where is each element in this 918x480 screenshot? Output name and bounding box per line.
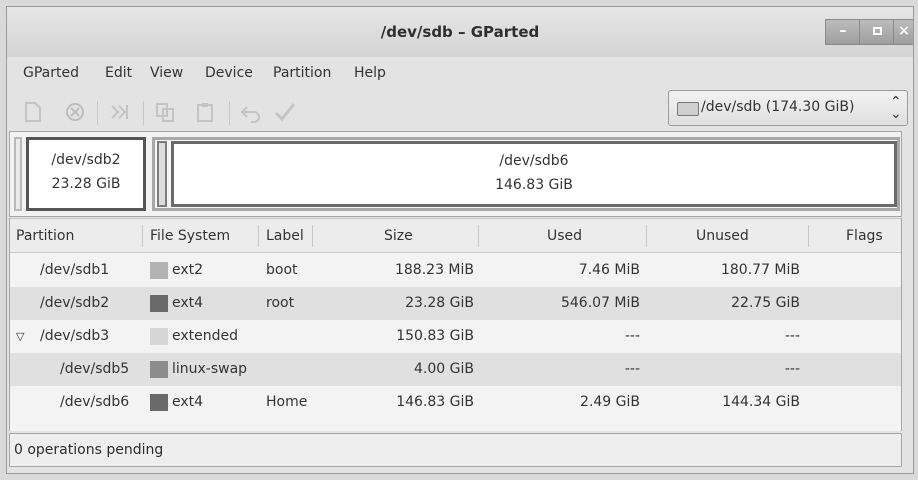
cell-partition: /dev/sdb5 [60, 361, 130, 377]
table-row[interactable]: /dev/sdb6 ext4 Home 146.83 GiB 2.49 GiB … [10, 386, 901, 419]
fs-color-swatch [150, 361, 168, 378]
disk-graphic: /dev/sdb2 23.28 GiB /dev/sdb6 146.83 GiB [9, 131, 902, 217]
table-row[interactable]: /dev/sdb5 linux-swap 4.00 GiB --- --- [10, 353, 901, 386]
close-button[interactable]: × [893, 19, 913, 45]
resize-move-icon[interactable] [107, 101, 131, 125]
cell-partition: /dev/sdb1 [40, 262, 110, 278]
minimize-button[interactable]: – [825, 19, 861, 45]
window-title: /dev/sdb – GParted [380, 23, 540, 41]
column-header-size[interactable]: Size [384, 228, 413, 244]
cell-unused: --- [784, 328, 800, 344]
column-header-used[interactable]: Used [547, 228, 582, 244]
cell-used: 2.49 GiB [580, 394, 640, 410]
cell-file-system: linux-swap [172, 361, 248, 377]
menu-bar: GParted Edit View Device Partition Help [7, 59, 913, 89]
partition-block-sdb5[interactable] [157, 141, 167, 207]
column-header-file-system[interactable]: File System [150, 228, 230, 244]
menu-edit[interactable]: Edit [105, 65, 132, 81]
maximize-icon [872, 27, 882, 35]
menu-help[interactable]: Help [354, 65, 386, 81]
column-header-partition[interactable]: Partition [16, 228, 74, 244]
menu-gparted[interactable]: GParted [23, 65, 79, 81]
cell-used: 546.07 MiB [560, 295, 640, 311]
copy-icon[interactable] [153, 101, 177, 125]
table-row[interactable]: ▽ /dev/sdb3 extended 150.83 GiB --- --- [10, 320, 901, 353]
cell-unused: 144.34 GiB [722, 394, 800, 410]
menu-view[interactable]: View [150, 65, 183, 81]
cell-unused: 22.75 GiB [731, 295, 800, 311]
partition-block-size: 23.28 GiB [51, 176, 121, 192]
menu-partition[interactable]: Partition [273, 65, 331, 81]
cell-file-system: ext2 [172, 262, 204, 278]
partition-block-sdb1[interactable] [14, 137, 22, 211]
gparted-window: /dev/sdb – GParted – × GParted Edit View… [6, 6, 914, 474]
new-partition-icon[interactable] [21, 101, 45, 125]
cell-unused: 180.77 MiB [720, 262, 800, 278]
partition-block-size: 146.83 GiB [495, 177, 573, 193]
cell-size: 4.00 GiB [414, 361, 474, 377]
status-text: 0 operations pending [14, 442, 164, 458]
fs-color-swatch [150, 262, 168, 279]
partition-table: Partition File System Label Size Used Un… [9, 218, 902, 431]
expander-triangle-icon[interactable]: ▽ [16, 330, 24, 343]
fs-color-swatch [150, 295, 168, 312]
chevron-updown-icon: ⌃ ⌄ [890, 94, 902, 122]
table-row[interactable]: /dev/sdb1 ext2 boot 188.23 MiB 7.46 MiB … [10, 254, 901, 287]
title-bar[interactable]: /dev/sdb – GParted – × [7, 7, 913, 57]
minimize-icon: – [839, 23, 847, 39]
cell-used: 7.46 MiB [578, 262, 640, 278]
cell-used: --- [624, 328, 640, 344]
partition-block-sdb2[interactable]: /dev/sdb2 23.28 GiB [26, 137, 146, 211]
column-header-flags[interactable]: Flags [846, 228, 883, 244]
hard-disk-icon [677, 102, 699, 116]
undo-icon[interactable] [239, 101, 263, 125]
cell-file-system: ext4 [172, 295, 204, 311]
cell-label: boot [266, 262, 298, 278]
partition-block-sdb6[interactable]: /dev/sdb6 146.83 GiB [171, 141, 897, 207]
column-header-label[interactable]: Label [266, 228, 304, 244]
partition-block-name: /dev/sdb2 [51, 152, 121, 168]
cell-size: 150.83 GiB [396, 328, 474, 344]
cell-size: 23.28 GiB [405, 295, 474, 311]
device-selector[interactable]: /dev/sdb (174.30 GiB) ⌃ ⌄ [668, 90, 908, 126]
cell-partition: /dev/sdb6 [60, 394, 130, 410]
cell-partition: /dev/sdb3 [40, 328, 110, 344]
close-icon: × [898, 23, 910, 39]
cell-file-system: extended [172, 328, 239, 344]
device-selector-label: /dev/sdb (174.30 GiB) [701, 99, 855, 115]
delete-partition-icon[interactable] [63, 101, 87, 125]
cell-size: 188.23 MiB [394, 262, 474, 278]
cell-used: --- [624, 361, 640, 377]
paste-icon[interactable] [193, 101, 217, 125]
cell-label: root [266, 295, 295, 311]
fs-color-swatch [150, 394, 168, 411]
partition-block-sdb3-extended[interactable]: /dev/sdb6 146.83 GiB [152, 137, 900, 211]
cell-file-system: ext4 [172, 394, 204, 410]
cell-partition: /dev/sdb2 [40, 295, 110, 311]
apply-icon[interactable] [273, 101, 297, 125]
partition-block-name: /dev/sdb6 [499, 153, 569, 169]
table-row[interactable]: /dev/sdb2 ext4 root 23.28 GiB 546.07 MiB… [10, 287, 901, 320]
column-header-unused[interactable]: Unused [696, 228, 749, 244]
status-bar: 0 operations pending [9, 433, 902, 467]
fs-color-swatch [150, 328, 168, 345]
maximize-button[interactable] [859, 19, 895, 45]
menu-device[interactable]: Device [205, 65, 253, 81]
table-header: Partition File System Label Size Used Un… [10, 218, 901, 253]
cell-unused: --- [784, 361, 800, 377]
cell-size: 146.83 GiB [396, 394, 474, 410]
cell-label: Home [266, 394, 308, 410]
